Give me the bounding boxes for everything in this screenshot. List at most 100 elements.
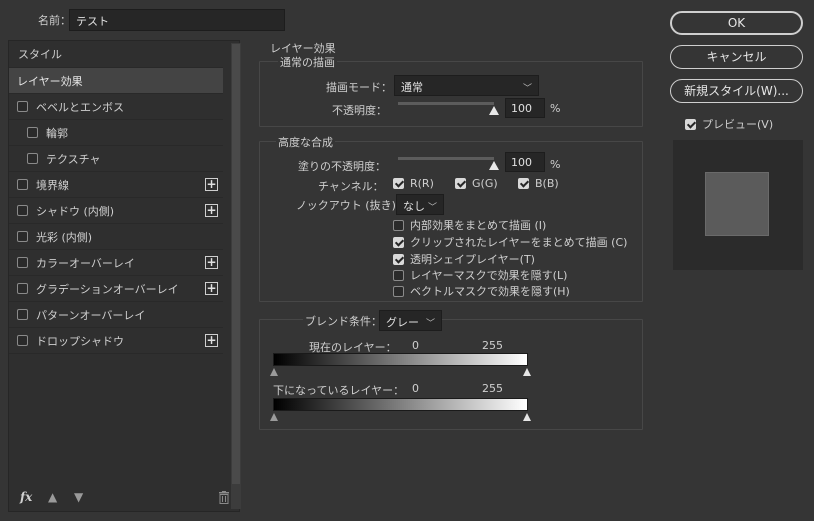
knockout-label: ノックアウト (抜き)： xyxy=(296,199,407,212)
opacity-input[interactable]: 100 xyxy=(505,98,545,118)
style-item-label: テクスチャ xyxy=(46,152,101,166)
option-label: クリップされたレイヤーをまとめて描画 (C) xyxy=(410,236,628,249)
add-inner-shadow-plus-icon[interactable]: + xyxy=(205,204,218,217)
underlying-layer-label: 下になっているレイヤー： xyxy=(273,384,405,397)
style-item-texture[interactable]: テクスチャ xyxy=(9,146,223,172)
add-color-overlay-plus-icon[interactable]: + xyxy=(205,256,218,269)
underlying-layer-max: 255 xyxy=(482,382,503,395)
layer-mask-hides-checkbox[interactable] xyxy=(393,269,404,281)
style-item-inner-glow[interactable]: 光彩 (内側) xyxy=(9,224,223,250)
style-item-bevel-emboss[interactable]: ベベルとエンボス xyxy=(9,94,223,120)
inner-effects-checkbox[interactable] xyxy=(393,219,404,231)
blend-if-value: グレー xyxy=(386,316,419,329)
move-down-icon[interactable]: ▼ xyxy=(74,490,83,504)
add-gradient-overlay-plus-icon[interactable]: + xyxy=(205,282,218,295)
preview-swatch xyxy=(705,172,769,236)
style-item-label: レイヤー効果 xyxy=(17,74,83,88)
inner-glow-checkbox[interactable] xyxy=(17,231,28,242)
move-up-icon[interactable]: ▲ xyxy=(48,490,57,504)
style-item-label: 境界線 xyxy=(36,178,69,192)
fill-opacity-input[interactable]: 100 xyxy=(505,152,545,172)
style-item-label: パターンオーバーレイ xyxy=(36,308,146,322)
style-item-stroke[interactable]: 境界線 + xyxy=(9,172,223,198)
channel-r-checkbox[interactable] xyxy=(393,178,404,189)
blend-mode-select[interactable]: 通常 ﹀ xyxy=(394,75,539,96)
name-input[interactable]: テスト xyxy=(69,9,285,31)
bevel-emboss-checkbox[interactable] xyxy=(17,101,28,112)
style-list-toolbar: fx ▲ ▼ xyxy=(8,488,240,510)
opacity-slider-track[interactable] xyxy=(398,102,494,105)
gradient-overlay-checkbox[interactable] xyxy=(17,283,28,294)
preview-checkbox[interactable] xyxy=(685,118,696,130)
new-style-button[interactable]: 新規スタイル(W)... xyxy=(670,79,803,103)
style-item-gradient-overlay[interactable]: グラデーションオーバーレイ + xyxy=(9,276,223,302)
style-list: スタイル レイヤー効果 ベベルとエンボス 輪郭 テクスチャ 境界線 + シャドウ… xyxy=(9,41,223,354)
inner-shadow-checkbox[interactable] xyxy=(17,205,28,216)
style-item-label: ベベルとエンボス xyxy=(36,100,124,114)
underlying-layer-black-stop[interactable] xyxy=(270,413,278,421)
this-layer-white-stop[interactable] xyxy=(523,368,531,376)
contour-checkbox[interactable] xyxy=(27,127,38,138)
style-item-layer-effects[interactable]: レイヤー効果 xyxy=(9,68,223,94)
add-drop-shadow-plus-icon[interactable]: + xyxy=(205,334,218,347)
knockout-select[interactable]: なし ﹀ xyxy=(396,194,444,215)
channel-g-checkbox[interactable] xyxy=(455,178,466,189)
this-layer-black-stop[interactable] xyxy=(270,368,278,376)
cancel-button[interactable]: キャンセル xyxy=(670,45,803,69)
style-list-header[interactable]: スタイル xyxy=(9,41,223,68)
option-label: レイヤーマスクで効果を隠す(L) xyxy=(410,269,568,282)
texture-checkbox[interactable] xyxy=(27,153,38,164)
blend-if-group xyxy=(259,319,643,430)
preview-toggle[interactable]: プレビュー(V) xyxy=(685,116,773,132)
fill-opacity-slider-track[interactable] xyxy=(398,157,494,160)
knockout-value: なし xyxy=(403,200,425,213)
add-stroke-plus-icon[interactable]: + xyxy=(205,178,218,191)
option-clipped-layers[interactable]: クリップされたレイヤーをまとめて描画 (C) xyxy=(393,234,627,250)
drop-shadow-checkbox[interactable] xyxy=(17,335,28,346)
style-item-label: 輪郭 xyxy=(46,126,68,140)
style-item-label: シャドウ (内側) xyxy=(36,204,115,218)
channel-r[interactable]: R(R) xyxy=(393,177,434,190)
blend-mode-value: 通常 xyxy=(401,81,423,94)
style-list-scrollbar-thumb[interactable] xyxy=(232,44,240,484)
this-layer-min: 0 xyxy=(412,339,419,352)
channel-b-label: B(B) xyxy=(535,177,559,190)
style-item-label: カラーオーバーレイ xyxy=(36,256,135,270)
style-item-pattern-overlay[interactable]: パターンオーバーレイ xyxy=(9,302,223,328)
style-item-inner-shadow[interactable]: シャドウ (内側) + xyxy=(9,198,223,224)
style-item-contour[interactable]: 輪郭 xyxy=(9,120,223,146)
style-item-drop-shadow[interactable]: ドロップシャドウ + xyxy=(9,328,223,354)
color-overlay-checkbox[interactable] xyxy=(17,257,28,268)
clipped-layers-checkbox[interactable] xyxy=(393,236,404,248)
preview-label: プレビュー(V) xyxy=(702,118,774,131)
trash-icon[interactable] xyxy=(218,491,230,504)
blend-if-select[interactable]: グレー ﹀ xyxy=(379,310,442,331)
option-vector-mask-hides[interactable]: ベクトルマスクで効果を隠す(H) xyxy=(393,283,570,299)
chevron-down-icon: ﹀ xyxy=(425,319,435,329)
channel-b-checkbox[interactable] xyxy=(518,178,529,189)
normal-blend-title: 通常の描画 xyxy=(278,54,337,70)
style-item-label: ドロップシャドウ xyxy=(36,334,124,348)
option-transparency-shapes[interactable]: 透明シェイプレイヤー(T) xyxy=(393,251,535,267)
channels-label: チャンネル： xyxy=(318,180,384,193)
style-list-panel: スタイル レイヤー効果 ベベルとエンボス 輪郭 テクスチャ 境界線 + シャドウ… xyxy=(8,40,241,512)
fill-opacity-slider-thumb[interactable] xyxy=(489,161,499,170)
channel-r-label: R(R) xyxy=(410,177,434,190)
fx-icon[interactable]: fx xyxy=(20,490,32,504)
stroke-checkbox[interactable] xyxy=(17,179,28,190)
style-item-color-overlay[interactable]: カラーオーバーレイ + xyxy=(9,250,223,276)
underlying-layer-white-stop[interactable] xyxy=(523,413,531,421)
channel-g[interactable]: G(G) xyxy=(455,177,498,190)
option-layer-mask-hides[interactable]: レイヤーマスクで効果を隠す(L) xyxy=(393,267,567,283)
ok-button[interactable]: OK xyxy=(670,11,803,35)
name-label: 名前： xyxy=(38,14,71,27)
pattern-overlay-checkbox[interactable] xyxy=(17,309,28,320)
channel-b[interactable]: B(B) xyxy=(518,177,559,190)
blend-mode-label: 描画モード： xyxy=(326,81,392,94)
style-item-label: 光彩 (内側) xyxy=(36,230,93,244)
transparency-shapes-checkbox[interactable] xyxy=(393,253,404,265)
vector-mask-hides-checkbox[interactable] xyxy=(393,285,404,297)
chevron-down-icon: ﹀ xyxy=(427,203,437,213)
opacity-slider-thumb[interactable] xyxy=(489,106,499,115)
option-inner-effects[interactable]: 内部効果をまとめて描画 (I) xyxy=(393,217,546,233)
